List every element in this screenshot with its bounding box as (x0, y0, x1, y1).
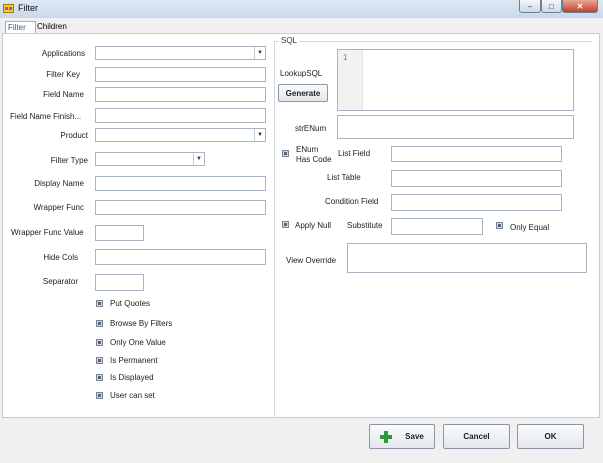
user-can-set-label: User can set (110, 391, 155, 400)
wrapper-func-input[interactable] (95, 200, 266, 215)
only-equal-checkbox[interactable] (496, 222, 503, 229)
display-name-label: Display Name (34, 179, 84, 188)
button-bar (0, 418, 603, 463)
generate-button[interactable]: Generate (278, 84, 328, 102)
filter-key-input[interactable] (95, 67, 266, 82)
cancel-button[interactable]: Cancel (443, 424, 510, 449)
is-permanent-label: Is Permanent (110, 356, 158, 365)
window-title: Filter (18, 3, 38, 13)
applications-combo[interactable]: ▼ (95, 46, 266, 60)
field-name-label: Field Name (43, 90, 84, 99)
minimize-button[interactable]: – (519, 0, 541, 13)
line-number-gutter: 1 (338, 50, 363, 110)
ok-button[interactable]: OK (517, 424, 584, 449)
view-override-input[interactable] (347, 243, 587, 273)
separator-label: Separator (42, 277, 78, 286)
list-table-label: List Table (327, 173, 361, 182)
put-quotes-checkbox[interactable] (96, 300, 103, 307)
tab-children[interactable]: Children (35, 21, 69, 32)
field-name-finish-label: Field Name Finish... (10, 112, 82, 121)
filter-type-label: Filter Type (50, 156, 88, 165)
enum-has-code-label: ENum (296, 145, 319, 154)
close-button[interactable]: ✕ (562, 0, 598, 13)
apply-null-label: Apply Null (295, 221, 332, 230)
hide-cols-input[interactable] (95, 249, 266, 265)
only-equal-label: Only Equal (510, 223, 550, 232)
separator-input[interactable] (95, 274, 144, 291)
is-displayed-label: Is Displayed (110, 373, 154, 382)
wrapper-func-value-label: Wrapper Func Value (11, 228, 84, 237)
lookup-sql-label: LookupSQL (280, 69, 323, 78)
product-label: Product (60, 131, 88, 140)
field-name-input[interactable] (95, 87, 266, 102)
field-name-finish-input[interactable] (95, 108, 266, 123)
filter-key-label: Filter Key (46, 70, 80, 79)
applications-label: Applications (41, 49, 85, 58)
wrapper-func-value-input[interactable] (95, 225, 144, 241)
chevron-down-icon[interactable]: ▼ (254, 129, 265, 141)
wrapper-func-label: Wrapper Func (33, 203, 84, 212)
only-one-value-checkbox[interactable] (96, 339, 103, 346)
view-override-label: View Override (286, 256, 337, 265)
browse-by-filters-checkbox[interactable] (96, 320, 103, 327)
line-number: 1 (343, 53, 348, 62)
is-displayed-checkbox[interactable] (96, 374, 103, 381)
list-table-input[interactable] (391, 170, 562, 187)
sql-group-title: SQL (279, 36, 300, 45)
apply-null-checkbox[interactable] (282, 221, 289, 228)
filter-type-combo[interactable]: ▼ (95, 152, 205, 166)
condition-field-label: Condition Field (325, 197, 379, 206)
chevron-down-icon[interactable]: ▼ (193, 153, 204, 165)
save-button[interactable]: Save (369, 424, 435, 449)
only-one-value-label: Only One Value (110, 338, 166, 347)
lookup-sql-editor[interactable]: 1 (337, 49, 574, 111)
display-name-input[interactable] (95, 176, 266, 191)
plus-icon (380, 430, 393, 443)
list-field-input[interactable] (391, 146, 562, 162)
hide-cols-label: Hide Cols (43, 253, 78, 262)
substitute-label: Substitute (347, 221, 383, 230)
enum-has-code-label-line2: Has Code (296, 155, 332, 164)
list-field-label: List Field (338, 149, 371, 158)
user-can-set-checkbox[interactable] (96, 392, 103, 399)
tab-filter[interactable]: Filter (5, 21, 36, 33)
str-enum-label: strENum (295, 124, 327, 133)
condition-field-input[interactable] (391, 194, 562, 211)
maximize-button[interactable]: □ (541, 0, 562, 13)
enum-has-code-checkbox[interactable] (282, 150, 289, 157)
chevron-down-icon[interactable]: ▼ (254, 47, 265, 59)
put-quotes-label: Put Quotes (110, 299, 151, 308)
substitute-input[interactable] (391, 218, 483, 235)
app-icon (3, 4, 14, 13)
save-button-label: Save (405, 432, 424, 441)
is-permanent-checkbox[interactable] (96, 357, 103, 364)
title-bar (0, 0, 603, 19)
browse-by-filters-label: Browse By Filters (110, 319, 173, 328)
product-combo[interactable]: ▼ (95, 128, 266, 142)
str-enum-input[interactable] (337, 115, 574, 139)
